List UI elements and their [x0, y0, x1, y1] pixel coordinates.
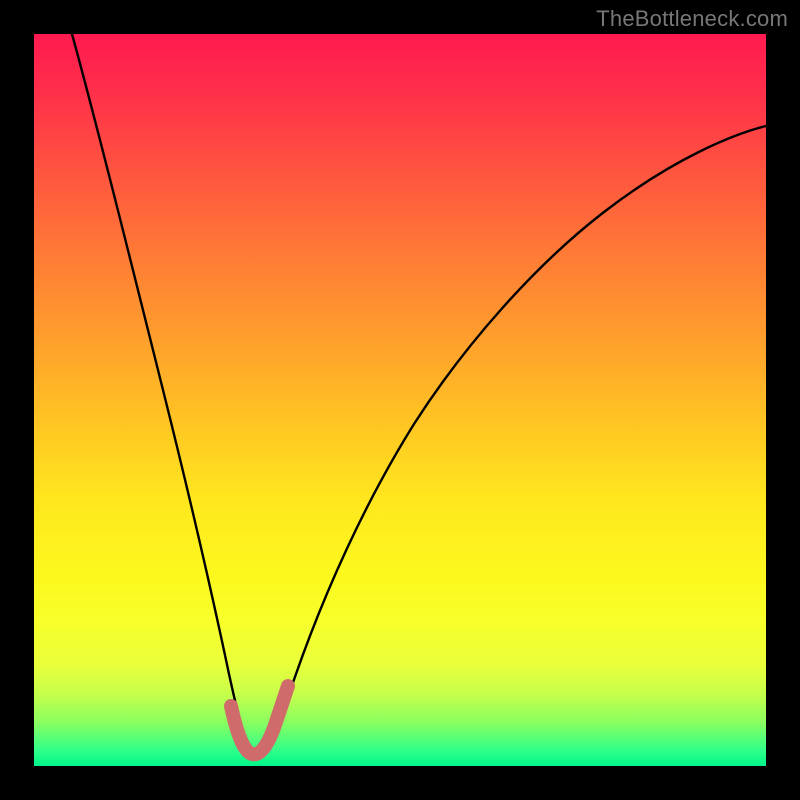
- plot-area: [34, 34, 766, 766]
- bottleneck-minimum-highlight-path: [231, 686, 288, 754]
- bottleneck-curve-path: [72, 34, 766, 752]
- watermark-text: TheBottleneck.com: [596, 6, 788, 32]
- outer-black-frame: TheBottleneck.com: [0, 0, 800, 800]
- bottleneck-curve-svg: [34, 34, 766, 766]
